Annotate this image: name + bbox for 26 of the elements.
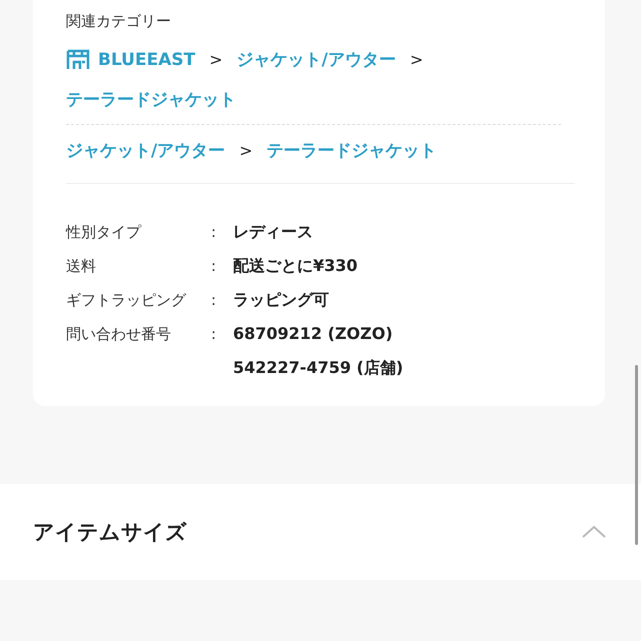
- accordion-title: アイテムサイズ: [33, 519, 187, 546]
- category-link[interactable]: BLUEEAST: [66, 40, 196, 80]
- detail-value: 68709212 (ZOZO): [233, 323, 394, 345]
- breadcrumb-separator: >: [209, 49, 223, 71]
- colon: :: [211, 324, 218, 345]
- category-link[interactable]: ジャケット/アウター: [236, 40, 396, 80]
- chevron-up-icon: [581, 525, 607, 539]
- category-link[interactable]: ジャケット/アウター: [66, 131, 226, 171]
- detail-label: 送料: [66, 256, 97, 277]
- colon: :: [211, 290, 218, 311]
- detail-value: レディース: [233, 221, 314, 243]
- detail-value: 配送ごとに¥330: [233, 255, 359, 277]
- detail-label: 性別タイプ: [66, 222, 142, 243]
- colon: :: [211, 256, 218, 277]
- section-label: 関連カテゴリー: [66, 10, 172, 32]
- breadcrumb-separator: >: [410, 49, 424, 71]
- category-link[interactable]: テーラードジャケット: [266, 131, 437, 171]
- colon: :: [211, 222, 218, 243]
- detail-label: 問い合わせ番号: [66, 324, 172, 345]
- category-link[interactable]: テーラードジャケット: [66, 80, 236, 120]
- detail-value: ラッピング可: [233, 289, 330, 311]
- accordion-header[interactable]: アイテムサイズ: [0, 484, 641, 580]
- breadcrumb-separator: >: [239, 140, 253, 162]
- detail-value: 542227-4759 (店舗): [233, 357, 404, 379]
- store-icon: [66, 49, 90, 71]
- detail-label: ギフトラッピング: [66, 290, 188, 311]
